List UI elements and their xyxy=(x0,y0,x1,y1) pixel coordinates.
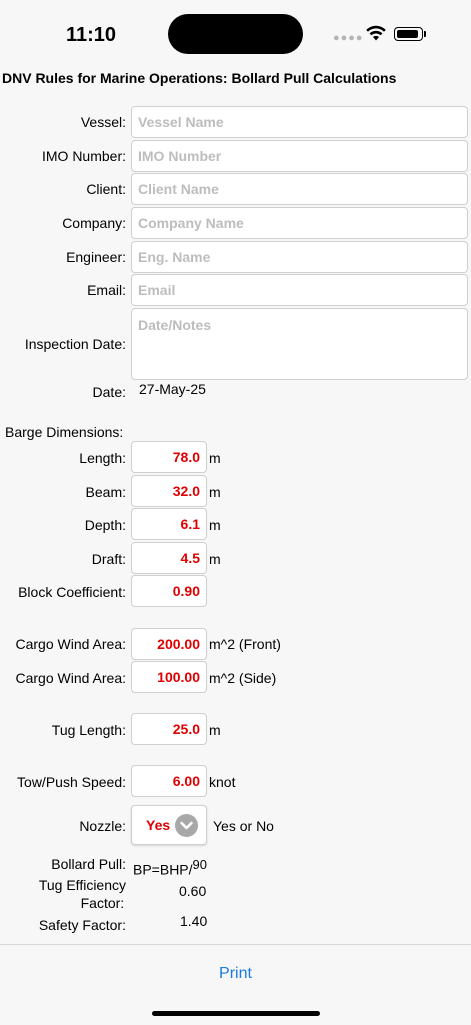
client-label: Client: xyxy=(86,181,126,197)
nozzle-label: Nozzle: xyxy=(79,818,126,834)
cargo-wind-side-label: Cargo Wind Area: xyxy=(15,670,127,686)
barge-dimensions-heading: Barge Dimensions: xyxy=(5,424,124,440)
bollard-pull-formula-text: BP=BHP/ xyxy=(133,861,193,878)
cargo-wind-side-unit: m^2 (Side) xyxy=(209,670,277,686)
bollard-pull-formula: BP=BHP/90 xyxy=(133,856,207,879)
dynamic-island xyxy=(168,14,303,54)
draft-input[interactable]: 4.5 xyxy=(131,542,207,574)
tow-speed-input[interactable]: 6.00 xyxy=(131,765,207,797)
beam-input[interactable]: 32.0 xyxy=(131,475,207,507)
draft-label: Draft: xyxy=(91,551,126,567)
email-field[interactable] xyxy=(131,274,468,306)
nozzle-hint: Yes or No xyxy=(213,818,274,834)
length-label: Length: xyxy=(79,450,126,466)
length-input[interactable]: 78.0 xyxy=(131,441,207,473)
depth-label: Depth: xyxy=(84,517,126,533)
imo-field[interactable] xyxy=(131,140,468,172)
date-value: 27-May-25 xyxy=(139,381,206,397)
depth-input[interactable]: 6.1 xyxy=(131,508,207,540)
inspection-date-textarea[interactable] xyxy=(138,309,461,387)
block-coefficient-input[interactable]: 0.90 xyxy=(131,575,207,607)
imo-label: IMO Number: xyxy=(41,148,126,164)
bottom-toolbar: Print xyxy=(0,944,471,1025)
engineer-field[interactable] xyxy=(131,241,468,273)
cargo-wind-front-label: Cargo Wind Area: xyxy=(15,636,127,652)
safety-factor-value: 1.40 xyxy=(180,913,208,929)
block-coefficient-label: Block Coefficient: xyxy=(18,584,126,600)
chevron-down-icon[interactable] xyxy=(175,814,198,837)
company-input[interactable] xyxy=(138,208,461,238)
vessel-input[interactable] xyxy=(138,107,461,137)
battery-icon xyxy=(394,27,423,41)
nozzle-value: Yes xyxy=(146,817,171,833)
inspection-date-label: Inspection Date: xyxy=(24,336,126,352)
beam-unit: m xyxy=(209,484,221,500)
vessel-field[interactable] xyxy=(131,106,468,138)
tow-speed-unit: knot xyxy=(209,774,236,790)
tug-efficiency-label-line1: Tug Efficiency xyxy=(38,877,126,893)
email-input[interactable] xyxy=(138,275,461,305)
length-unit: m xyxy=(209,450,221,466)
tug-efficiency-value: 0.60 xyxy=(179,883,207,899)
client-field[interactable] xyxy=(131,173,468,205)
company-field[interactable] xyxy=(131,207,468,239)
tug-efficiency-label: Tug Efficiency Factor: xyxy=(39,877,126,912)
tow-speed-label: Tow/Push Speed: xyxy=(17,774,126,790)
battery-tip xyxy=(424,31,426,37)
tug-length-label: Tug Length: xyxy=(51,722,126,738)
cargo-wind-side-input[interactable]: 100.00 xyxy=(131,661,207,693)
email-label: Email: xyxy=(87,282,126,298)
cargo-wind-front-input[interactable]: 200.00 xyxy=(131,628,207,660)
tug-length-input[interactable]: 25.0 xyxy=(131,713,207,745)
client-input[interactable] xyxy=(138,174,461,204)
engineer-label: Engineer: xyxy=(66,249,126,265)
status-time: 11:10 xyxy=(66,24,117,46)
vessel-label: Vessel: xyxy=(80,114,126,130)
bollard-pull-label: Bollard Pull: xyxy=(51,856,126,872)
tug-efficiency-label-line2: Factor: xyxy=(80,895,125,911)
print-button[interactable]: Print xyxy=(0,965,471,983)
depth-unit: m xyxy=(209,517,221,533)
bollard-pull-divisor: 90 xyxy=(192,857,207,872)
inspection-date-field[interactable] xyxy=(131,308,468,387)
nozzle-select[interactable]: Yes xyxy=(131,805,207,845)
wifi-icon xyxy=(366,25,386,41)
imo-input[interactable] xyxy=(138,141,461,171)
company-label: Company: xyxy=(62,215,126,231)
draft-unit: m xyxy=(209,551,221,567)
page-title: DNV Rules for Marine Operations: Bollard… xyxy=(2,70,397,86)
cargo-wind-front-unit: m^2 (Front) xyxy=(209,636,281,652)
tug-length-unit: m xyxy=(209,722,221,738)
status-bar: 11:10 ●●●● xyxy=(0,0,471,66)
safety-factor-label: Safety Factor: xyxy=(38,917,126,933)
home-indicator xyxy=(152,1011,320,1016)
date-label: Date: xyxy=(92,384,126,400)
engineer-input[interactable] xyxy=(138,242,461,272)
cellular-signal-icon: ●●●● xyxy=(333,32,364,44)
beam-label: Beam: xyxy=(85,484,126,500)
